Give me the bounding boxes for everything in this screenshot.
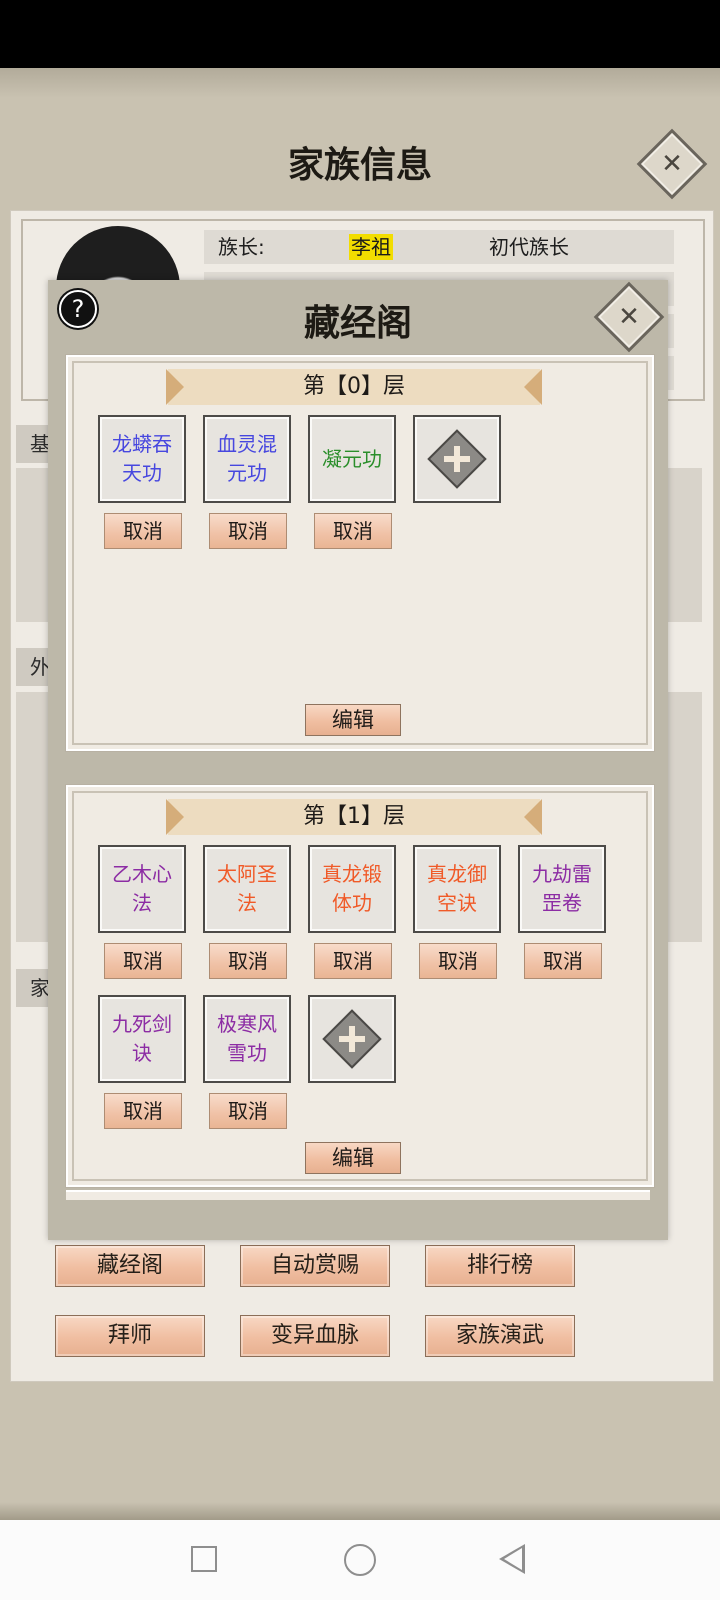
skill-name: 龙蟒吞天功 bbox=[112, 432, 172, 485]
skill-card[interactable]: 太阿圣法 bbox=[203, 845, 291, 933]
home-icon[interactable] bbox=[344, 1544, 376, 1576]
edit-button[interactable]: 编辑 bbox=[305, 704, 401, 736]
leader-row: 族长: 李祖 初代族长 bbox=[204, 230, 674, 264]
help-icon[interactable]: ? bbox=[59, 290, 97, 328]
layer-title: 第【0】层 bbox=[303, 374, 405, 399]
skill-card[interactable]: 乙木心法 bbox=[98, 845, 186, 933]
page-title: 家族信息 bbox=[287, 144, 432, 186]
arrow-right-icon[interactable] bbox=[524, 799, 542, 835]
auto-reward-button[interactable]: 自动赏赐 bbox=[240, 1245, 390, 1287]
cancel-button[interactable]: 取消 bbox=[419, 943, 497, 979]
add-skill-button[interactable] bbox=[308, 995, 396, 1083]
apprentice-button[interactable]: 拜师 bbox=[55, 1315, 205, 1357]
cancel-button[interactable]: 取消 bbox=[524, 943, 602, 979]
skill-card[interactable]: 真龙御空诀 bbox=[413, 845, 501, 933]
cancel-button[interactable]: 取消 bbox=[314, 943, 392, 979]
dialog-title: 藏经阁 bbox=[303, 302, 412, 344]
skill-name: 九劫雷罡卷 bbox=[532, 862, 592, 915]
arrow-left-icon[interactable] bbox=[166, 369, 184, 405]
layer-header: 第【0】层 bbox=[166, 369, 542, 405]
back-icon[interactable] bbox=[499, 1544, 525, 1574]
skill-card[interactable]: 真龙锻体功 bbox=[308, 845, 396, 933]
layer-title: 第【1】层 bbox=[303, 804, 405, 829]
add-skill-button[interactable] bbox=[413, 415, 501, 503]
cancel-button[interactable]: 取消 bbox=[209, 943, 287, 979]
close-icon: ✕ bbox=[618, 302, 640, 332]
skill-card[interactable]: 凝元功 bbox=[308, 415, 396, 503]
skill-name: 乙木心法 bbox=[112, 862, 172, 915]
family-martial-button[interactable]: 家族演武 bbox=[425, 1315, 575, 1357]
layer-panel: 第【0】层 龙蟒吞天功 血灵混元功 凝元功 取消 取消 取消 编辑 bbox=[66, 355, 654, 751]
cancel-button[interactable]: 取消 bbox=[209, 513, 287, 549]
plus-icon bbox=[427, 429, 487, 489]
layer-panel: 第【1】层 乙木心法 太阿圣法 真龙锻体功 真龙御空诀 九劫雷罡卷 取消 取消 … bbox=[66, 785, 654, 1187]
layer-header: 第【1】层 bbox=[166, 799, 542, 835]
skill-name: 凝元功 bbox=[322, 446, 382, 471]
skill-name: 极寒风雪功 bbox=[217, 1012, 277, 1065]
status-bar bbox=[0, 0, 720, 68]
cancel-button[interactable]: 取消 bbox=[104, 1093, 182, 1129]
skill-name: 太阿圣法 bbox=[217, 862, 277, 915]
skill-card[interactable]: 极寒风雪功 bbox=[203, 995, 291, 1083]
skill-name: 真龙御空诀 bbox=[427, 862, 487, 915]
cancel-button[interactable]: 取消 bbox=[104, 943, 182, 979]
arrow-right-icon[interactable] bbox=[524, 369, 542, 405]
cancel-button[interactable]: 取消 bbox=[209, 1093, 287, 1129]
skill-card[interactable]: 血灵混元功 bbox=[203, 415, 291, 503]
leader-label: 族长: bbox=[218, 235, 265, 259]
skill-name: 血灵混元功 bbox=[217, 432, 277, 485]
cancel-button[interactable]: 取消 bbox=[104, 513, 182, 549]
cancel-button[interactable]: 取消 bbox=[314, 513, 392, 549]
plus-icon bbox=[322, 1009, 382, 1069]
skill-name: 真龙锻体功 bbox=[322, 862, 382, 915]
leader-name: 李祖 bbox=[349, 234, 393, 260]
mutated-bloodline-button[interactable]: 变异血脉 bbox=[240, 1315, 390, 1357]
scripture-pavilion-dialog: 藏经阁 ? ✕ 第【0】层 龙蟒吞天功 血灵混元功 凝元功 取消 取消 取消 编… bbox=[48, 280, 668, 1240]
leader-title: 初代族长 bbox=[489, 235, 569, 259]
scripture-pavilion-button[interactable]: 藏经阁 bbox=[55, 1245, 205, 1287]
recent-apps-icon[interactable] bbox=[191, 1546, 217, 1572]
layer-panel bbox=[66, 1190, 650, 1200]
arrow-left-icon[interactable] bbox=[166, 799, 184, 835]
skill-card[interactable]: 九死剑诀 bbox=[98, 995, 186, 1083]
close-icon: ✕ bbox=[661, 149, 683, 179]
skill-name: 九死剑诀 bbox=[112, 1012, 172, 1065]
edit-button[interactable]: 编辑 bbox=[305, 1142, 401, 1174]
skill-card[interactable]: 九劫雷罡卷 bbox=[518, 845, 606, 933]
ranking-button[interactable]: 排行榜 bbox=[425, 1245, 575, 1287]
skill-card[interactable]: 龙蟒吞天功 bbox=[98, 415, 186, 503]
